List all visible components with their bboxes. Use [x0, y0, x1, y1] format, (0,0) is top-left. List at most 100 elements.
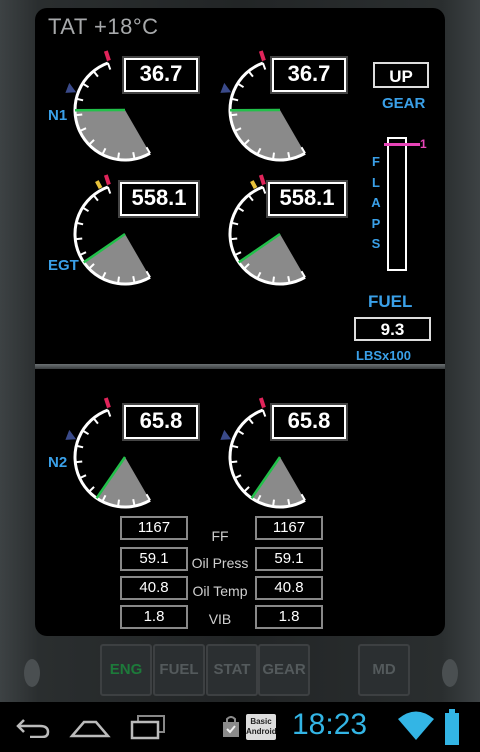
left-knob — [24, 659, 40, 687]
gauge-tick — [132, 276, 136, 284]
n1-left-readout: 36.7 — [122, 56, 200, 94]
home-icon[interactable] — [68, 716, 112, 740]
battery-icon — [445, 709, 459, 745]
n2-left-readout: 65.8 — [122, 403, 200, 441]
gauge-tick — [92, 417, 99, 425]
gauge-tick — [132, 152, 136, 160]
egt-left-readout: 558.1 — [118, 180, 200, 218]
tab-gear[interactable]: GEAR — [258, 644, 310, 696]
flaps-letter: A — [371, 195, 381, 210]
gauge-tick — [230, 113, 238, 117]
ff-left-value: 1167 — [120, 516, 188, 540]
gauge-fill-wedge — [230, 110, 305, 160]
gauge-tick — [117, 152, 121, 160]
flaps-bar — [387, 137, 407, 271]
gauge-target-bug — [220, 82, 232, 93]
gauge-tick — [272, 499, 276, 507]
ff-label: FF — [211, 528, 229, 544]
gauge-tick — [79, 251, 87, 257]
gauge-tick — [234, 251, 242, 257]
oil-temp-left-value: 40.8 — [120, 576, 188, 600]
oil-temp-label: Oil Temp — [192, 583, 248, 599]
back-icon[interactable] — [16, 716, 50, 738]
gauge-tick — [75, 237, 83, 241]
n2-label: N2 — [48, 454, 68, 471]
gauge-tick — [88, 486, 95, 493]
gauge-redline — [258, 174, 266, 186]
gauge-tick — [243, 486, 250, 493]
gauge-tick — [75, 113, 83, 117]
gauge-caution-mark — [250, 180, 258, 190]
gauge-tick — [261, 409, 267, 417]
tab-md[interactable]: MD — [358, 644, 410, 696]
n1-right-readout: 36.7 — [270, 56, 348, 94]
gauge-target-bug — [220, 429, 232, 440]
right-knob — [442, 659, 458, 687]
gauge-tick — [261, 186, 267, 194]
vib-label: VIB — [208, 611, 232, 627]
gauge-tick — [237, 82, 245, 89]
tab-fuel[interactable]: FUEL — [153, 644, 205, 696]
fuel-unit: LBSx100 — [356, 348, 411, 363]
gear-label: GEAR — [382, 95, 426, 112]
status-clock: 18:23 — [292, 708, 368, 741]
gauge-fill-wedge — [251, 457, 305, 507]
flaps-indicator — [384, 143, 420, 146]
flaps-letter: F — [372, 154, 380, 169]
gauge-tick — [230, 237, 238, 241]
gauge-tick — [247, 70, 254, 78]
gauge-tick — [234, 474, 242, 480]
gauge-redline — [103, 50, 111, 62]
gauge-tick — [237, 429, 245, 436]
gauge-tick — [261, 62, 267, 70]
gauge-tick — [247, 417, 254, 425]
basic-android-badge: Basic Android — [246, 714, 277, 740]
gauge-tick — [287, 499, 291, 507]
ff-right-value: 1167 — [255, 516, 323, 540]
gauge-tick — [117, 276, 121, 284]
page-tab-bar: ENG FUEL STAT GEAR MD — [0, 636, 480, 702]
oil-temp-right-value: 40.8 — [255, 576, 323, 600]
egt-right-readout: 558.1 — [266, 180, 348, 218]
section-divider — [35, 364, 445, 369]
oil-press-right-value: 59.1 — [255, 547, 323, 571]
vib-right-value: 1.8 — [255, 605, 323, 629]
gauge-target-bug — [65, 429, 77, 440]
gauge-tick — [75, 460, 83, 464]
gauge-tick — [92, 194, 99, 202]
gauge-redline — [258, 397, 266, 409]
gauge-tick — [272, 152, 276, 160]
gauge-caution-mark — [95, 180, 103, 190]
oil-press-left-value: 59.1 — [120, 547, 188, 571]
gear-state-box: UP — [373, 62, 429, 88]
shopping-bag-icon — [223, 716, 239, 737]
vib-left-value: 1.8 — [120, 605, 188, 629]
tat-readout: TAT +18°C — [48, 14, 159, 39]
gauge-tick — [237, 206, 245, 213]
gauge-tick — [79, 474, 87, 480]
system-navigation-bar: Basic Android — [0, 702, 480, 752]
gauge-tick — [287, 152, 291, 160]
tab-eng[interactable]: ENG — [100, 644, 152, 696]
gauge-fill-wedge — [83, 234, 150, 284]
gauge-tick — [247, 194, 254, 202]
gauge-tick — [287, 276, 291, 284]
n2-right-readout: 65.8 — [270, 403, 348, 441]
gauge-fill-wedge — [96, 457, 150, 507]
flaps-label: F L A P S — [370, 152, 382, 255]
tab-stat[interactable]: STAT — [206, 644, 258, 696]
gauge-tick — [82, 82, 90, 89]
gauge-tick — [132, 499, 136, 507]
gauge-tick — [106, 62, 112, 70]
n1-label: N1 — [48, 107, 68, 124]
gauge-fill-wedge — [75, 110, 150, 160]
oil-press-label: Oil Press — [191, 555, 249, 571]
gauge-redline — [103, 174, 111, 186]
gauge-tick — [106, 186, 112, 194]
recent-apps-icon[interactable] — [130, 714, 166, 740]
fuel-readout: 9.3 — [354, 317, 431, 341]
gauge-tick — [92, 70, 99, 78]
gauge-tick — [106, 409, 112, 417]
gauge-redline — [103, 397, 111, 409]
wifi-icon — [398, 711, 434, 740]
